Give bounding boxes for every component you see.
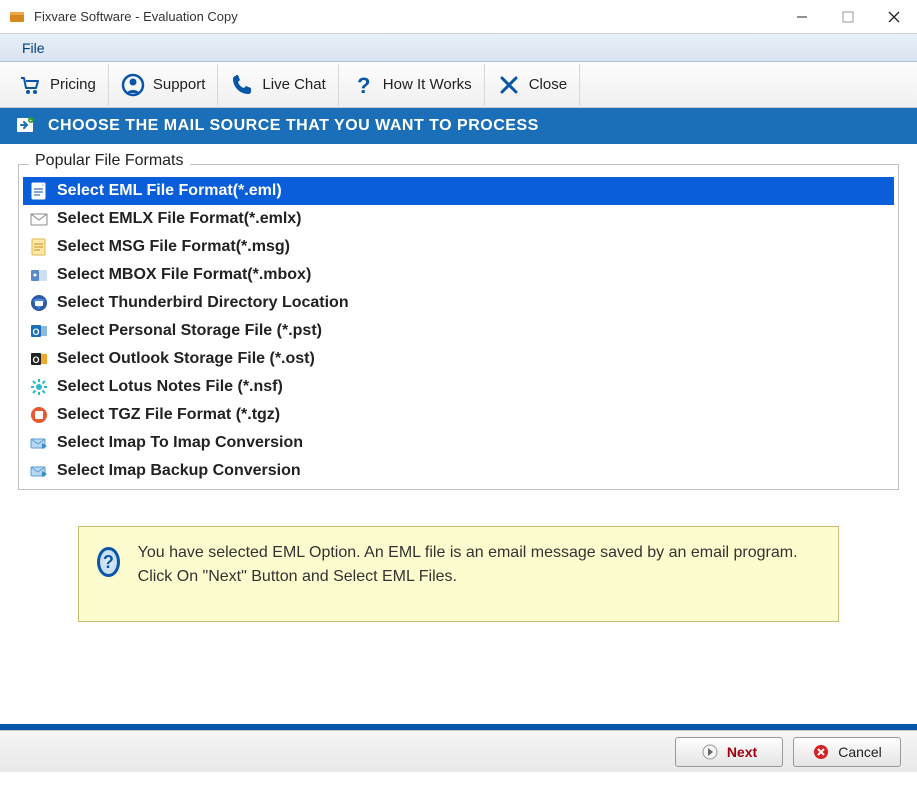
titlebar: Fixvare Software - Evaluation Copy <box>0 0 917 34</box>
outlook-ost-icon: O <box>29 349 49 369</box>
cart-icon <box>18 73 42 97</box>
formats-list: Select EML File Format(*.eml) Select EML… <box>23 177 894 485</box>
cancel-label: Cancel <box>838 744 882 760</box>
section-arrow-icon: + <box>14 115 36 137</box>
format-item-imapbackup[interactable]: Select Imap Backup Conversion <box>23 457 894 485</box>
svg-text:O: O <box>33 327 40 337</box>
next-button[interactable]: Next <box>675 737 783 767</box>
format-label: Select Outlook Storage File (*.ost) <box>57 350 315 368</box>
support-button[interactable]: Support <box>109 64 219 106</box>
close-window-button[interactable] <box>871 0 917 34</box>
format-item-eml[interactable]: Select EML File Format(*.eml) <box>23 177 894 205</box>
envelope-icon <box>29 209 49 229</box>
button-bar: Next Cancel <box>0 730 917 772</box>
format-item-thunderbird[interactable]: Select Thunderbird Directory Location <box>23 289 894 317</box>
support-label: Support <box>153 76 206 93</box>
thunderbird-icon <box>29 293 49 313</box>
format-label: Select Imap Backup Conversion <box>57 462 301 480</box>
pricing-button[interactable]: Pricing <box>6 64 109 106</box>
window-title: Fixvare Software - Evaluation Copy <box>34 9 779 24</box>
livechat-label: Live Chat <box>262 76 325 93</box>
formats-groupbox: Popular File Formats Select EML File For… <box>18 164 899 490</box>
close-icon <box>497 73 521 97</box>
outlook-pst-icon: O <box>29 321 49 341</box>
format-label: Select EML File Format(*.eml) <box>57 182 282 200</box>
format-label: Select Thunderbird Directory Location <box>57 294 349 312</box>
svg-text:?: ? <box>357 73 370 97</box>
svg-text:O: O <box>33 355 40 365</box>
format-item-ost[interactable]: O Select Outlook Storage File (*.ost) <box>23 345 894 373</box>
mbox-icon <box>29 265 49 285</box>
eml-file-icon <box>29 181 49 201</box>
next-label: Next <box>727 744 757 760</box>
howitworks-label: How It Works <box>383 76 472 93</box>
window-controls <box>779 0 917 34</box>
format-item-emlx[interactable]: Select EMLX File Format(*.emlx) <box>23 205 894 233</box>
imap-backup-icon <box>29 461 49 481</box>
toolbar: Pricing Support Live Chat ? How It Works… <box>0 62 917 108</box>
format-label: Select TGZ File Format (*.tgz) <box>57 406 280 424</box>
app-icon <box>8 8 26 26</box>
maximize-button[interactable] <box>825 0 871 34</box>
question-icon: ? <box>351 73 375 97</box>
cancel-button[interactable]: Cancel <box>793 737 901 767</box>
close-button[interactable]: Close <box>485 64 580 106</box>
info-box: ? You have selected EML Option. An EML f… <box>78 526 839 622</box>
msg-file-icon <box>29 237 49 257</box>
format-label: Select MBOX File Format(*.mbox) <box>57 266 311 284</box>
menubar: File <box>0 34 917 62</box>
info-text: You have selected EML Option. An EML fil… <box>138 541 820 589</box>
format-item-nsf[interactable]: Select Lotus Notes File (*.nsf) <box>23 373 894 401</box>
svg-text:+: + <box>29 119 33 125</box>
info-question-icon: ? <box>97 547 120 577</box>
format-item-pst[interactable]: O Select Personal Storage File (*.pst) <box>23 317 894 345</box>
format-label: Select Personal Storage File (*.pst) <box>57 322 322 340</box>
section-header: + CHOOSE THE MAIL SOURCE THAT YOU WANT T… <box>0 108 917 144</box>
howitworks-button[interactable]: ? How It Works <box>339 64 485 106</box>
format-item-mbox[interactable]: Select MBOX File Format(*.mbox) <box>23 261 894 289</box>
tgz-icon <box>29 405 49 425</box>
format-item-msg[interactable]: Select MSG File Format(*.msg) <box>23 233 894 261</box>
format-label: Select MSG File Format(*.msg) <box>57 238 290 256</box>
next-arrow-icon <box>701 743 719 761</box>
close-label: Close <box>529 76 567 93</box>
groupbox-title: Popular File Formats <box>29 152 190 170</box>
pricing-label: Pricing <box>50 76 96 93</box>
imap-conversion-icon <box>29 433 49 453</box>
minimize-button[interactable] <box>779 0 825 34</box>
lotus-notes-icon <box>29 377 49 397</box>
section-header-text: CHOOSE THE MAIL SOURCE THAT YOU WANT TO … <box>48 117 539 135</box>
content-area: Popular File Formats Select EML File For… <box>0 144 917 724</box>
support-icon <box>121 73 145 97</box>
livechat-button[interactable]: Live Chat <box>218 64 338 106</box>
format-label: Select Imap To Imap Conversion <box>57 434 303 452</box>
format-item-imap2imap[interactable]: Select Imap To Imap Conversion <box>23 429 894 457</box>
cancel-x-icon <box>812 743 830 761</box>
menu-file[interactable]: File <box>14 36 53 60</box>
format-label: Select Lotus Notes File (*.nsf) <box>57 378 283 396</box>
format-item-tgz[interactable]: Select TGZ File Format (*.tgz) <box>23 401 894 429</box>
format-label: Select EMLX File Format(*.emlx) <box>57 210 302 228</box>
phone-icon <box>230 73 254 97</box>
